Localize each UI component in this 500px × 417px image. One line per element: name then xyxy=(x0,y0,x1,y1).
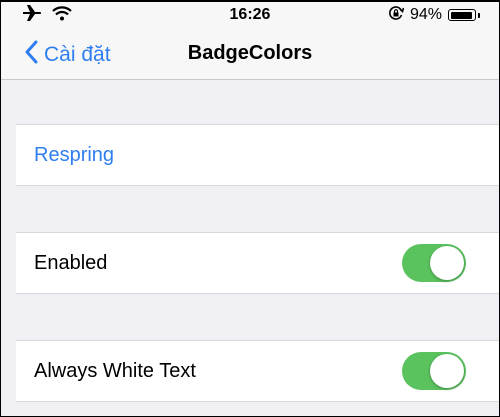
status-right: 94% xyxy=(388,5,480,25)
navigation-bar: Cài đặt BadgeColors xyxy=(0,30,500,80)
always-white-text-label: Always White Text xyxy=(34,360,196,382)
always-white-text-toggle-knob xyxy=(430,354,464,388)
battery-cap xyxy=(478,12,480,18)
always-white-text-cell: Always White Text xyxy=(16,340,500,402)
respring-cell[interactable]: Respring xyxy=(16,124,500,186)
enabled-toggle[interactable] xyxy=(402,244,466,282)
battery-fill xyxy=(450,11,472,19)
respring-label: Respring xyxy=(34,144,115,166)
battery-icon xyxy=(448,9,476,21)
battery-percent: 94% xyxy=(409,6,442,23)
status-bar: 16:26 94% xyxy=(0,0,500,30)
orientation-lock-icon xyxy=(388,5,405,26)
enabled-cell: Enabled xyxy=(16,232,500,294)
page-title: BadgeColors xyxy=(187,42,313,64)
enabled-toggle-knob xyxy=(430,246,464,280)
always-white-text-toggle[interactable] xyxy=(402,352,466,390)
enabled-label: Enabled xyxy=(34,252,108,274)
